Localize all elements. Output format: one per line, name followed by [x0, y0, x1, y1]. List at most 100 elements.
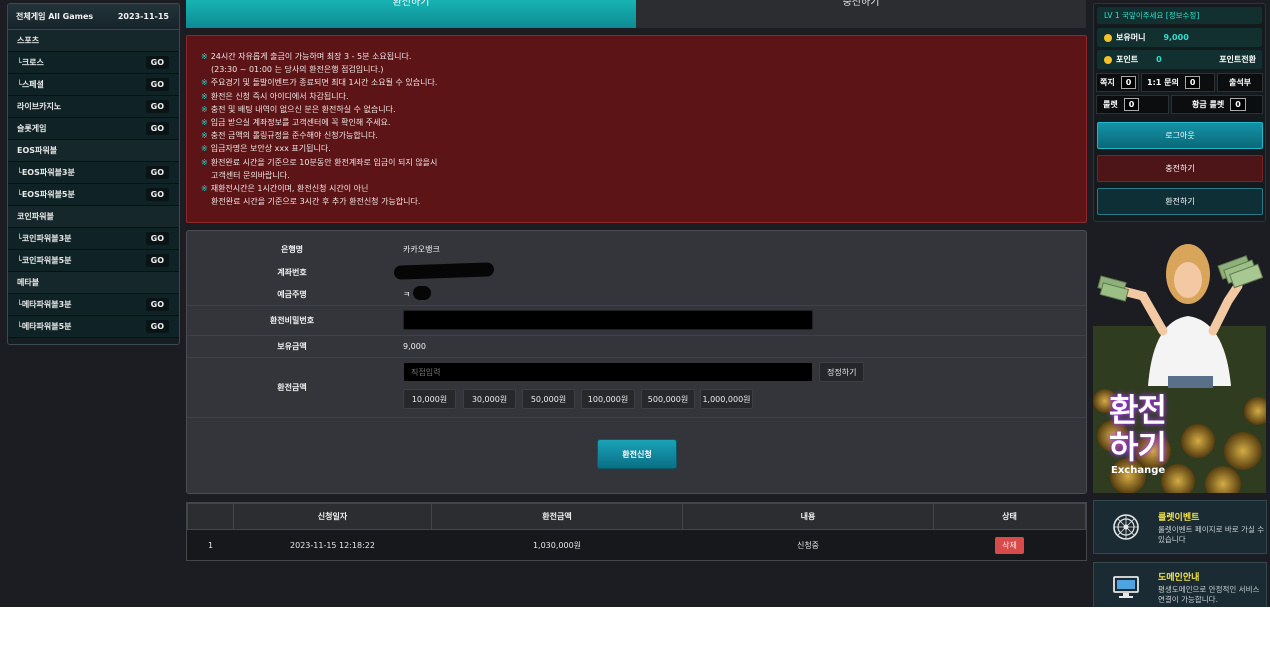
tab-charge-label: 충전하기 — [842, 0, 880, 8]
roulette-card-desc: 룰렛이벤트 페이지로 바로 가실 수 있습니다 — [1158, 524, 1265, 544]
holder-row: 예금주명 ㅋ — [187, 286, 1086, 302]
delete-button[interactable]: 삭제 — [995, 536, 1024, 554]
sidebar-item-coin-3min[interactable]: └코인파워볼3분 GO — [8, 228, 179, 250]
amount-10000-button[interactable]: 10,000원 — [403, 389, 456, 409]
tab-charge[interactable]: 충전하기 — [636, 0, 1086, 28]
attendance-button[interactable]: 출석부 — [1217, 73, 1263, 92]
asterisk-icon: ※ — [201, 104, 208, 114]
divider — [187, 335, 1086, 336]
roulette-icon — [1094, 513, 1158, 541]
row-content: 신청중 — [796, 540, 820, 550]
password-row: 환전비밀번호 — [187, 310, 1086, 330]
row-date: 2023-11-15 12:18:22 — [290, 540, 375, 550]
go-button[interactable]: GO — [145, 56, 169, 69]
sidebar-item-label: 슬롯게임 — [17, 124, 47, 133]
sidebar-item-label: 메타볼 — [17, 278, 40, 287]
sidebar-item-slot[interactable]: 슬롯게임 GO — [8, 118, 179, 140]
go-button[interactable]: GO — [145, 232, 169, 245]
notice-line: 고객센터 문의바랍니다. — [211, 170, 290, 180]
note-button[interactable]: 쪽지 0 — [1096, 73, 1139, 92]
notice-line: ※ 입금자명은 보안상 xxx 표기됩니다. — [201, 144, 331, 154]
notice-line: ※ 환전은 신청 즉시 아이디에서 차감됩니다. — [201, 91, 349, 101]
go-button[interactable]: GO — [145, 320, 169, 333]
roulette-button[interactable]: 룰렛 0 — [1096, 95, 1169, 114]
asterisk-icon: ※ — [201, 78, 208, 88]
sidebar-item-eos-powerball[interactable]: EOS파워볼 — [8, 140, 179, 162]
password-label: 환전비밀번호 — [269, 315, 315, 325]
user-level-info[interactable]: LV 1 국앞이주세요 [정보수정] — [1097, 7, 1262, 24]
amount-30000-button[interactable]: 30,000원 — [463, 389, 516, 409]
go-button[interactable]: GO — [145, 100, 169, 113]
holder-value: ㅋ — [403, 289, 411, 299]
row-no: 1 — [207, 540, 214, 550]
go-button[interactable]: GO — [145, 122, 169, 135]
sidebar-item-coin-5min[interactable]: └코인파워볼5분 GO — [8, 250, 179, 272]
amount-label: 환전금액 — [277, 382, 307, 392]
sidebar-item-eos-3min[interactable]: └EOS파워볼3분 GO — [8, 162, 179, 184]
exchange-password-input[interactable] — [403, 310, 813, 330]
note-label: 쪽지 — [1100, 78, 1115, 87]
go-button[interactable]: GO — [145, 188, 169, 201]
balance-row: 보유금액 9,000 — [187, 338, 1086, 354]
exchange-banner[interactable]: 환전하기 Exchange — [1093, 236, 1266, 493]
header-amount: 환전금액 — [431, 503, 683, 530]
holder-label: 예금주명 — [277, 289, 307, 299]
sidebar-item-live-casino[interactable]: 라이브카지노 GO — [8, 96, 179, 118]
domain-card-title: 도메인안내 — [1158, 572, 1200, 583]
sidebar-item-meta-5min[interactable]: └메타파워볼5분 GO — [8, 316, 179, 338]
notice-line: ※ 주요경기 및 돌발이벤트가 종료되면 최대 1시간 소요될 수 있습니다. — [201, 78, 438, 88]
money-row: 보유머니 9,000 — [1097, 28, 1262, 47]
tab-exchange-label: 환전하기 — [392, 0, 430, 8]
go-button[interactable]: GO — [145, 254, 169, 267]
exchange-submit-button[interactable]: 환전신청 — [597, 439, 677, 469]
charge-button[interactable]: 충전하기 — [1097, 155, 1263, 182]
coin-icon — [1104, 55, 1112, 64]
gold-roulette-label: 황금 룰렛 — [1192, 100, 1225, 109]
correct-button[interactable]: 정정하기 — [819, 362, 865, 382]
app-root: 전체게임 All Games 2023-11-15 스포츠 └크로스 GO └스페… — [0, 0, 1270, 607]
notice-box: ※ 24시간 자유롭게 출금이 가능하며 최장 3 - 5분 소요됩니다. (23… — [186, 35, 1087, 223]
sidebar-item-label: 라이브카지노 — [17, 102, 62, 111]
sidebar-header: 전체게임 All Games 2023-11-15 — [8, 4, 179, 30]
gold-roulette-count: 0 — [1230, 98, 1246, 111]
sidebar-item-label: └코인파워볼5분 — [17, 256, 72, 265]
roulette-event-card[interactable]: 룰렛이벤트 룰렛이벤트 페이지로 바로 가실 수 있습니다 — [1093, 500, 1267, 554]
exchange-form: 은행명 카카오뱅크 계좌번호 예금주명 ㅋ 환전비밀번호 보유금액 9,000 … — [186, 230, 1087, 494]
domain-info-card[interactable]: 도메인안내 평생도메인으로 안정적인 서비스연결이 가능합니다. — [1093, 562, 1267, 607]
sidebar-item-meta-3min[interactable]: └메타파워볼3분 GO — [8, 294, 179, 316]
go-button[interactable]: GO — [145, 166, 169, 179]
sidebar-item-label: └메타파워볼3분 — [17, 300, 72, 309]
inquiry-label: 1:1 문의 — [1147, 78, 1179, 87]
asterisk-icon: ※ — [201, 183, 208, 193]
logout-button[interactable]: 로그아웃 — [1097, 122, 1263, 149]
go-button[interactable]: GO — [145, 78, 169, 91]
tab-exchange[interactable]: 환전하기 — [186, 0, 636, 28]
sidebar-item-metaball[interactable]: 메타볼 — [8, 272, 179, 294]
amount-input[interactable] — [403, 362, 813, 382]
go-button[interactable]: GO — [145, 298, 169, 311]
sidebar-item-label: 스포츠 — [17, 36, 40, 45]
inquiry-button[interactable]: 1:1 문의 0 — [1141, 73, 1215, 92]
amount-1000000-button[interactable]: 1,000,000원 — [700, 389, 753, 409]
amount-100000-button[interactable]: 100,000원 — [581, 389, 635, 409]
amount-50000-button[interactable]: 50,000원 — [522, 389, 575, 409]
bank-label: 은행명 — [280, 244, 304, 254]
account-label: 계좌번호 — [277, 267, 307, 277]
exchange-button[interactable]: 환전하기 — [1097, 188, 1263, 215]
sidebar-item-cross[interactable]: └크로스 GO — [8, 52, 179, 74]
row-amount: 1,030,000원 — [532, 540, 582, 550]
sidebar-item-sports[interactable]: 스포츠 — [8, 30, 179, 52]
domain-card-text: 도메인안내 평생도메인으로 안정적인 서비스연결이 가능합니다. — [1158, 570, 1266, 605]
sidebar-item-eos-5min[interactable]: └EOS파워볼5분 GO — [8, 184, 179, 206]
gold-roulette-button[interactable]: 황금 룰렛 0 — [1171, 95, 1263, 114]
point-convert-button[interactable]: 포인트전환 — [1219, 54, 1256, 65]
asterisk-icon: ※ — [201, 144, 208, 154]
sidebar-item-coin-powerball[interactable]: 코인파워볼 — [8, 206, 179, 228]
history-table: 신청일자 환전금액 내용 상태 1 2023-11-15 12:18:22 1,… — [187, 503, 1086, 561]
notice-line: (23:30 ~ 01:00 는 당사의 환전은행 점검입니다.) — [211, 65, 384, 75]
sidebar-item-special[interactable]: └스페셜 GO — [8, 74, 179, 96]
amount-500000-button[interactable]: 500,000원 — [641, 389, 695, 409]
sidebar-title: 전체게임 All Games — [16, 12, 94, 21]
sidebar-item-label: 코인파워볼 — [17, 212, 54, 221]
asterisk-icon: ※ — [201, 52, 208, 61]
